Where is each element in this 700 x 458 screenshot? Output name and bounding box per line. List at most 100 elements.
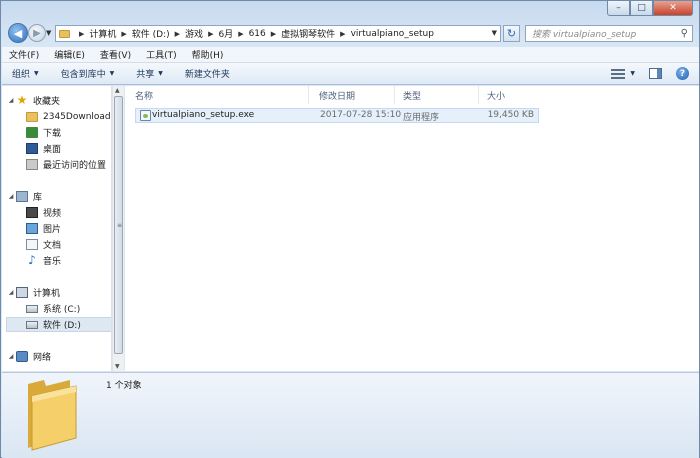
item-count: 1 个对象 — [106, 381, 142, 391]
computer-icon — [16, 287, 28, 298]
nav-recent-label: 最近访问的位置 — [43, 161, 107, 171]
expand-arrow-icon[interactable]: ◢ — [6, 289, 16, 296]
breadcrumb-current[interactable]: virtualpiano_setup — [351, 29, 434, 39]
scroll-up-icon[interactable]: ▲ — [115, 87, 120, 94]
menu-tools[interactable]: 工具(T) — [146, 48, 177, 61]
breadcrumb-drive-d[interactable]: 软件 (D:) — [132, 27, 170, 40]
minimize-button[interactable]: – — [607, 1, 630, 16]
nav-libraries[interactable]: ◢ 库 — [6, 189, 42, 204]
nav-documents-label: 文档 — [43, 241, 62, 251]
nav-documents[interactable]: 文档 — [26, 237, 61, 252]
breadcrumb-games[interactable]: 游戏 — [185, 27, 203, 40]
breadcrumb-piano-software[interactable]: 虚拟钢琴软件 — [281, 27, 335, 40]
breadcrumb-june[interactable]: 6月 — [218, 27, 233, 40]
explorer-window: – □ ✕ ◀ ▶ ▼ ▶ 计算机 ▶ 软件 (D:) ▶ 游戏 ▶ 6月 ▶ … — [0, 0, 700, 458]
column-header-modified[interactable]: 修改日期 — [311, 86, 395, 104]
nav-desktop-label: 桌面 — [43, 145, 62, 155]
nav-downloads[interactable]: 下载 — [26, 125, 61, 140]
nav-music[interactable]: ♪ 音乐 — [26, 253, 61, 268]
drive-icon — [26, 304, 38, 313]
menu-file[interactable]: 文件(F) — [9, 48, 39, 61]
file-name: virtualpiano_setup.exe — [152, 110, 255, 120]
close-button[interactable]: ✕ — [653, 1, 693, 16]
command-bar: 组织 ▼ 包含到库中 ▼ 共享 ▼ 新建文件夹 ▼ ? — [2, 63, 699, 85]
caption-buttons: – □ ✕ — [607, 1, 693, 16]
back-arrow-icon: ◀ — [13, 26, 23, 40]
breadcrumb-computer[interactable]: 计算机 — [89, 27, 116, 40]
change-view-button[interactable]: ▼ — [611, 68, 635, 79]
menu-help[interactable]: 帮助(H) — [192, 48, 224, 61]
nav-favorites[interactable]: ◢ ★ 收藏夹 — [6, 93, 60, 108]
nav-pictures[interactable]: 图片 — [26, 221, 61, 236]
nav-pictures-label: 图片 — [43, 225, 62, 235]
preview-pane-icon[interactable] — [649, 68, 662, 79]
expand-arrow-icon[interactable]: ◢ — [6, 193, 16, 200]
nav-drive-c-label: 系统 (C:) — [43, 305, 81, 315]
breadcrumb-616[interactable]: 616 — [249, 29, 266, 39]
nav-videos[interactable]: 视频 — [26, 205, 61, 220]
scrollbar-thumb[interactable]: ≡ — [114, 96, 123, 354]
breadcrumb-separator[interactable]: ▶ — [175, 30, 180, 38]
refresh-icon: ↻ — [506, 27, 517, 40]
breadcrumb-separator[interactable]: ▶ — [271, 30, 276, 38]
desktop-icon — [26, 143, 38, 154]
file-row[interactable]: virtualpiano_setup.exe 2017-07-28 15:10 … — [135, 108, 539, 123]
nav-drive-d[interactable]: 软件 (D:) — [6, 317, 111, 332]
column-header-type[interactable]: 类型 — [395, 86, 479, 104]
menu-edit[interactable]: 编辑(E) — [54, 48, 85, 61]
search-icon[interactable]: ⚲ — [681, 28, 688, 39]
expand-arrow-icon[interactable]: ◢ — [6, 353, 16, 360]
video-icon — [26, 207, 38, 218]
recent-places-icon — [26, 159, 38, 170]
share-label: 共享 — [136, 70, 155, 80]
details-pane: 1 个对象 — [2, 372, 699, 458]
folder-icon — [26, 111, 38, 122]
breadcrumb-separator[interactable]: ▶ — [340, 30, 345, 38]
nav-desktop[interactable]: 桌面 — [26, 141, 61, 156]
nav-music-label: 音乐 — [43, 257, 62, 267]
include-in-library-button[interactable]: 包含到库中 ▼ — [61, 67, 115, 80]
folder-icon — [59, 29, 70, 38]
organize-label: 组织 — [12, 70, 31, 80]
nav-network[interactable]: ◢ 网络 — [6, 349, 51, 364]
document-icon — [26, 239, 38, 250]
help-icon[interactable]: ? — [676, 67, 689, 80]
file-type: 应用程序 — [403, 113, 440, 123]
search-placeholder: 搜索 virtualpiano_setup — [532, 30, 637, 40]
chevron-down-icon: ▼ — [109, 70, 115, 77]
share-button[interactable]: 共享 ▼ — [136, 67, 163, 80]
breadcrumb-separator[interactable]: ▶ — [121, 30, 126, 38]
recent-pages-dropdown[interactable]: ▼ — [46, 29, 51, 37]
menu-bar: 文件(F) 编辑(E) 查看(V) 工具(T) 帮助(H) — [2, 47, 699, 63]
forward-arrow-icon: ▶ — [33, 27, 41, 39]
breadcrumb-separator[interactable]: ▶ — [208, 30, 213, 38]
nav-drive-c[interactable]: 系统 (C:) — [26, 301, 80, 316]
nav-2345downloads[interactable]: 2345Downloads — [26, 109, 111, 124]
new-folder-button[interactable]: 新建文件夹 — [185, 67, 230, 80]
breadcrumb-separator[interactable]: ▶ — [238, 30, 243, 38]
address-bar[interactable]: ▶ 计算机 ▶ 软件 (D:) ▶ 游戏 ▶ 6月 ▶ 616 ▶ 虚拟钢琴软件… — [55, 25, 501, 42]
exe-file-icon — [140, 110, 151, 121]
menu-view[interactable]: 查看(V) — [100, 48, 131, 61]
nav-network-label: 网络 — [33, 353, 52, 363]
back-button[interactable]: ◀ — [8, 23, 28, 43]
drive-icon — [26, 320, 38, 329]
nav-recent[interactable]: 最近访问的位置 — [26, 157, 106, 172]
nav-scrollbar[interactable]: ▲ ≡ ▼ — [112, 86, 124, 371]
search-input[interactable]: 搜索 virtualpiano_setup ⚲ — [525, 25, 693, 42]
column-header-size[interactable]: 大小 — [479, 86, 539, 104]
nav-computer[interactable]: ◢ 计算机 — [6, 285, 60, 300]
scroll-down-icon[interactable]: ▼ — [115, 363, 120, 370]
breadcrumb-separator[interactable]: ▶ — [79, 30, 84, 38]
folder-icon — [28, 380, 77, 451]
network-icon — [16, 351, 28, 362]
column-header-name[interactable]: 名称 — [127, 86, 309, 104]
forward-button[interactable]: ▶ — [28, 24, 46, 42]
maximize-button[interactable]: □ — [630, 1, 653, 16]
refresh-button[interactable]: ↻ — [503, 25, 520, 42]
library-icon — [16, 191, 28, 202]
organize-button[interactable]: 组织 ▼ — [12, 67, 39, 80]
address-dropdown-icon[interactable]: ▼ — [492, 29, 497, 37]
expand-arrow-icon[interactable]: ◢ — [6, 97, 16, 104]
navigation-pane: ◢ ★ 收藏夹 2345Downloads 下载 桌面 最近访问的位置 ◢ 库 … — [2, 86, 112, 371]
